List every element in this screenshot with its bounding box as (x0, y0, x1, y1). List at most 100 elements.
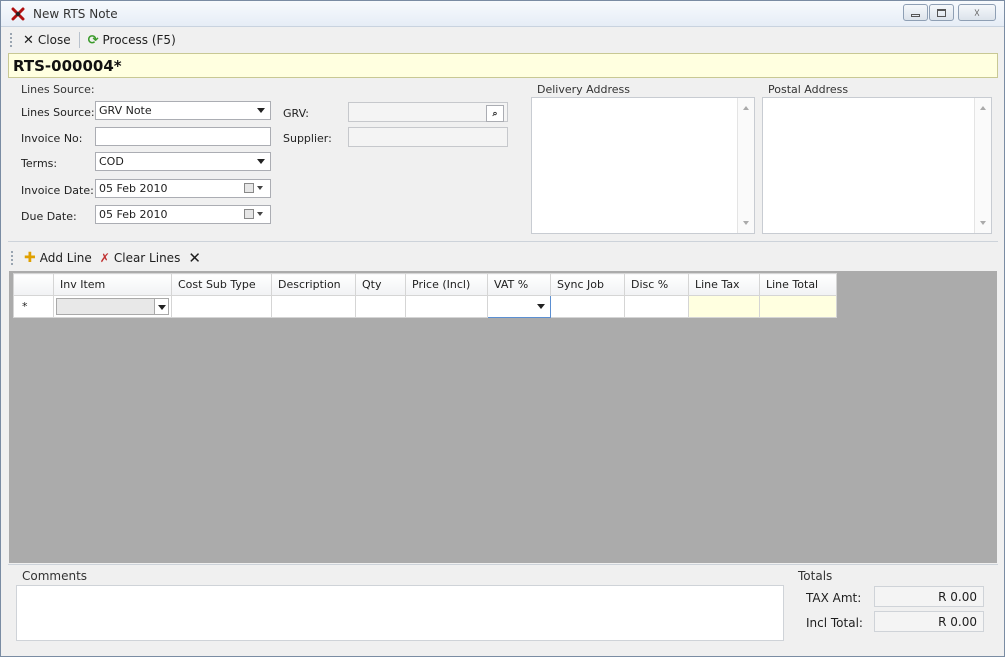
add-line-button[interactable]: ✚ Add Line (20, 250, 96, 266)
supplier-input[interactable] (348, 127, 508, 147)
sync-job-cell[interactable] (550, 295, 625, 318)
grv-label: GRV: (283, 107, 309, 120)
minimize-button[interactable] (903, 4, 928, 21)
plus-icon: ✚ (24, 250, 36, 266)
lines-grid-table: Inv Item Cost Sub Type Description Qty P… (13, 273, 837, 318)
delete-x-icon: ✕ (188, 249, 201, 267)
line-total-cell (759, 295, 837, 318)
tax-amt-value: R 0.00 (938, 590, 977, 604)
column-header-qty[interactable]: Qty (355, 273, 406, 296)
process-button[interactable]: ⟳ Process (F5) (84, 33, 180, 48)
close-x-icon: ✕ (23, 32, 34, 48)
grv-input[interactable] (348, 102, 508, 122)
incl-total-value: R 0.00 (938, 615, 977, 629)
main-toolbar: ✕ Close ⟳ Process (F5) (8, 28, 998, 52)
column-header-cost-sub-type[interactable]: Cost Sub Type (171, 273, 272, 296)
lines-source-group-label: Lines Source: (21, 83, 95, 96)
process-button-label: Process (F5) (102, 33, 176, 47)
refresh-icon: ⟳ (87, 32, 99, 48)
bottom-panel: Comments Totals TAX Amt: R 0.00 Incl Tot… (8, 564, 998, 650)
clear-lines-button[interactable]: ✗ Clear Lines (96, 251, 185, 265)
document-number: RTS-000004* (13, 57, 122, 75)
grid-row-header-corner (13, 273, 54, 296)
terms-value: COD (99, 155, 124, 168)
line-tax-cell (688, 295, 760, 318)
column-header-sync-job[interactable]: Sync Job (550, 273, 625, 296)
terms-label: Terms: (21, 157, 58, 170)
calendar-dropdown-button[interactable] (244, 182, 266, 195)
chevron-down-icon[interactable] (534, 298, 548, 314)
invoice-date-label: Invoice Date: (21, 184, 94, 197)
window-close-button[interactable]: ☓ (958, 4, 996, 21)
calendar-icon (244, 183, 254, 193)
supplier-label: Supplier: (283, 132, 332, 145)
chevron-down-icon[interactable] (154, 299, 168, 314)
comments-label: Comments (22, 569, 88, 583)
rts-note-window: New RTS Note ☓ ✕ Close ⟳ Process (F5) RT… (0, 0, 1005, 657)
maximize-button[interactable] (929, 4, 954, 21)
table-row[interactable]: * (13, 295, 837, 318)
totals-label: Totals (798, 569, 833, 583)
window-controls: ☓ (902, 4, 996, 22)
tax-amt-label: TAX Amt: (806, 591, 862, 605)
grid-header-row: Inv Item Cost Sub Type Description Qty P… (13, 273, 837, 296)
clear-lines-label: Clear Lines (113, 251, 181, 265)
document-number-bar: RTS-000004* (8, 53, 998, 78)
lines-toolbar-grip[interactable] (11, 251, 14, 265)
column-header-vat[interactable]: VAT % (487, 273, 551, 296)
delivery-address-textarea[interactable] (531, 97, 755, 234)
postal-address-label: Postal Address (768, 83, 849, 96)
delivery-address-scrollbar[interactable] (737, 98, 754, 233)
qty-cell[interactable] (355, 295, 406, 318)
column-header-line-total[interactable]: Line Total (759, 273, 837, 296)
column-header-price-incl[interactable]: Price (Incl) (405, 273, 488, 296)
form-divider (8, 241, 998, 242)
invoice-date-picker[interactable]: 05 Feb 2010 (95, 179, 271, 198)
add-line-label: Add Line (39, 251, 92, 265)
inv-item-combo[interactable] (56, 298, 169, 315)
close-button-label: Close (37, 33, 71, 47)
invoice-no-label: Invoice No: (21, 132, 83, 145)
window-title: New RTS Note (33, 7, 118, 21)
title-bar: New RTS Note ☓ (1, 1, 1004, 27)
binoculars-icon: ⌕ (492, 108, 498, 119)
description-cell[interactable] (271, 295, 356, 318)
column-header-description[interactable]: Description (271, 273, 356, 296)
postal-address-scrollbar[interactable] (974, 98, 991, 233)
column-header-line-tax[interactable]: Line Tax (688, 273, 760, 296)
app-icon (11, 7, 25, 21)
eraser-icon: ✗ (99, 251, 110, 265)
vat-cell[interactable] (487, 295, 551, 318)
close-button[interactable]: ✕ Close (19, 33, 75, 48)
inv-item-cell[interactable] (53, 295, 172, 318)
comments-textarea[interactable] (16, 585, 784, 641)
terms-combo[interactable]: COD (95, 152, 271, 171)
column-header-disc[interactable]: Disc % (624, 273, 689, 296)
invoice-date-value: 05 Feb 2010 (99, 182, 168, 195)
lines-source-label: Lines Source: (21, 106, 95, 119)
due-date-picker[interactable]: 05 Feb 2010 (95, 205, 271, 224)
toolbar-grip[interactable] (10, 33, 13, 47)
due-date-label: Due Date: (21, 210, 77, 223)
grv-lookup-button[interactable]: ⌕ (486, 105, 504, 122)
lines-toolbar: ✚ Add Line ✗ Clear Lines ✕ (9, 247, 997, 269)
minimize-icon (911, 14, 920, 17)
column-header-inv-item[interactable]: Inv Item (53, 273, 172, 296)
delete-line-button[interactable]: ✕ (184, 249, 205, 267)
invoice-no-input[interactable] (95, 127, 271, 146)
tax-amt-field: R 0.00 (874, 586, 984, 607)
lines-source-combo[interactable]: GRV Note (95, 101, 271, 120)
lines-grid: Inv Item Cost Sub Type Description Qty P… (9, 271, 997, 563)
incl-total-field: R 0.00 (874, 611, 984, 632)
postal-address-textarea[interactable] (762, 97, 992, 234)
disc-cell[interactable] (624, 295, 689, 318)
lines-source-value: GRV Note (99, 104, 152, 117)
toolbar-separator (78, 32, 80, 48)
calendar-icon (244, 209, 254, 219)
due-date-value: 05 Feb 2010 (99, 208, 168, 221)
cost-sub-type-cell[interactable] (171, 295, 272, 318)
calendar-dropdown-button[interactable] (244, 208, 266, 221)
price-incl-cell[interactable] (405, 295, 488, 318)
incl-total-label: Incl Total: (806, 616, 863, 630)
close-icon: ☓ (973, 5, 981, 20)
